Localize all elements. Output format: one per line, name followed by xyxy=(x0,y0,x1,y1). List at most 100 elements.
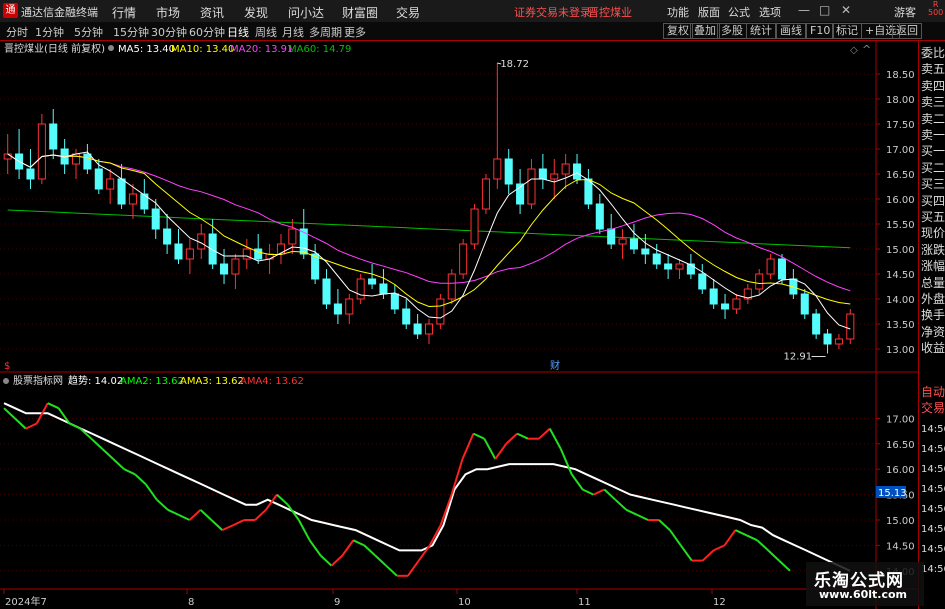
title-bar: 通 通达信金融终端 行情 市场 资讯 发现 问小达 财富圈 交易 证券交易未登录… xyxy=(0,0,945,23)
menu-caifuquan[interactable]: 财富圈 xyxy=(342,4,378,21)
ma5-polyline xyxy=(7,151,851,330)
trend-segment xyxy=(570,473,584,491)
tab-1min[interactable]: 1分钟 xyxy=(35,24,64,40)
candle-body xyxy=(834,338,843,345)
quote-field-3: 卖三 xyxy=(921,95,945,110)
maximize-icon[interactable]: □ xyxy=(819,3,830,17)
fuquan-button[interactable]: 复权 xyxy=(663,23,693,39)
tab-15min[interactable]: 15分钟 xyxy=(113,24,149,40)
x-tick-label: 8 xyxy=(188,597,194,608)
trade-time-1: 14:56 xyxy=(921,444,945,455)
trend-segment xyxy=(494,443,508,460)
trend-segment xyxy=(308,539,322,557)
sub-price-tick-label: 15.00 xyxy=(886,516,915,527)
candle-body xyxy=(390,293,399,310)
menu-shichang[interactable]: 市场 xyxy=(156,4,180,21)
watermark-url: www.60lt.com xyxy=(819,588,908,601)
quote-field-9: 买四 xyxy=(921,193,945,208)
candle-body xyxy=(185,248,194,260)
price-tick-label: 15.00 xyxy=(886,245,915,256)
sub-settings-dot-icon[interactable] xyxy=(3,378,9,384)
menu-jiaoyi[interactable]: 交易 xyxy=(396,4,420,21)
tab-duozhouqi[interactable]: 多周期 xyxy=(309,24,342,40)
tab-30min[interactable]: 30分钟 xyxy=(151,24,187,40)
f10-button[interactable]: F10 xyxy=(806,23,835,39)
menu-zixun[interactable]: 资讯 xyxy=(200,4,224,21)
tab-fenshi[interactable]: 分时 xyxy=(6,24,28,40)
trend-segment xyxy=(713,544,725,552)
x-tick-label: 12 xyxy=(713,597,726,608)
tab-5min[interactable]: 5分钟 xyxy=(74,24,103,40)
collapse-icon[interactable]: ^ xyxy=(862,43,871,56)
trend-segment xyxy=(341,539,355,557)
auto-trade-button[interactable]: 自动 xyxy=(921,384,945,400)
price-tick-label: 13.00 xyxy=(886,345,915,356)
tab-rixian[interactable]: 日线 xyxy=(227,24,249,40)
menu-gongshi[interactable]: 公式 xyxy=(728,4,750,20)
current-value: 15.13 xyxy=(878,488,907,499)
menu-wenxiaoda[interactable]: 问小达 xyxy=(288,4,324,21)
tab-zhouxian[interactable]: 周线 xyxy=(255,24,277,40)
candle-body xyxy=(675,263,684,270)
candlesticks xyxy=(3,63,855,354)
candle-body xyxy=(402,308,411,325)
menu-faxian[interactable]: 发现 xyxy=(244,4,268,21)
trend-segment xyxy=(745,534,758,542)
tongji-button[interactable]: 统计 xyxy=(746,23,776,39)
guest-label[interactable]: 游客 xyxy=(894,4,916,20)
tab-yuexian[interactable]: 月线 xyxy=(282,24,304,40)
close-icon[interactable]: ✕ xyxy=(841,3,851,17)
marker-cai: 财 xyxy=(550,359,560,372)
sub-price-tick-label: 14.50 xyxy=(886,541,915,552)
tab-gengduo[interactable]: 更多 xyxy=(344,24,366,40)
trend-segment xyxy=(297,519,311,541)
duogu-button[interactable]: 多股 xyxy=(717,23,747,39)
huaxian-button[interactable]: 画线 xyxy=(776,23,806,39)
candle-body xyxy=(413,323,422,335)
trend-segment xyxy=(123,468,136,476)
x-tick-label: 11 xyxy=(578,597,591,608)
trade-time-7: 14:56 xyxy=(921,564,945,575)
menu-hangqing[interactable]: 行情 xyxy=(112,4,136,21)
candle-body xyxy=(322,278,331,305)
biaoji-button[interactable]: 标记 xyxy=(832,23,862,39)
current-stock-notice[interactable]: 晋控煤业 xyxy=(588,4,632,20)
menu-gongneng[interactable]: 功能 xyxy=(667,4,689,20)
indicator-name: 股票指标网 xyxy=(13,374,63,387)
ma60-label: MA60: 14.79 xyxy=(288,44,351,55)
candle-body xyxy=(356,278,365,300)
minimize-icon[interactable]: — xyxy=(798,3,810,17)
trend-segment xyxy=(734,529,747,537)
trend-segment xyxy=(374,554,387,567)
diejia-button[interactable]: 叠加 xyxy=(690,23,720,39)
auto-trade-label: 交易 xyxy=(921,401,945,415)
tab-60min[interactable]: 60分钟 xyxy=(189,24,225,40)
candle-body xyxy=(379,283,388,295)
trade-time-3: 14:56 xyxy=(921,484,945,495)
candle-body xyxy=(823,333,832,345)
candle-body xyxy=(83,153,92,170)
ma10-polyline xyxy=(7,153,851,308)
trend-segment xyxy=(778,559,791,572)
sync-icon[interactable]: ◇ xyxy=(850,45,858,56)
trend-segment xyxy=(112,458,125,470)
candle-body xyxy=(151,208,160,230)
quote-field-12: 涨跌 xyxy=(921,242,945,257)
candle-body xyxy=(595,203,604,230)
price-tick-label: 18.00 xyxy=(886,95,915,106)
back-button[interactable]: 返回 xyxy=(892,23,922,39)
menu-banmian[interactable]: 版面 xyxy=(698,4,720,20)
chart-area[interactable]: 18.50 18.00 17.50 17.00 16.50 16.00 15.50 15.00… xyxy=(0,41,918,609)
trend-segment xyxy=(483,438,497,460)
trend-segment xyxy=(516,432,529,440)
settings-dot-icon[interactable] xyxy=(108,45,114,51)
candle-body xyxy=(231,258,240,275)
x-tick-label: 10 xyxy=(458,597,471,608)
trade-login-notice[interactable]: 证券交易未登录 xyxy=(514,4,591,20)
candle-body xyxy=(174,243,183,260)
candle-body xyxy=(846,313,855,340)
menu-xuanxiang[interactable]: 选项 xyxy=(759,4,781,20)
candle-body xyxy=(94,168,103,190)
candle-body xyxy=(447,273,456,300)
trend-segment xyxy=(548,428,562,450)
